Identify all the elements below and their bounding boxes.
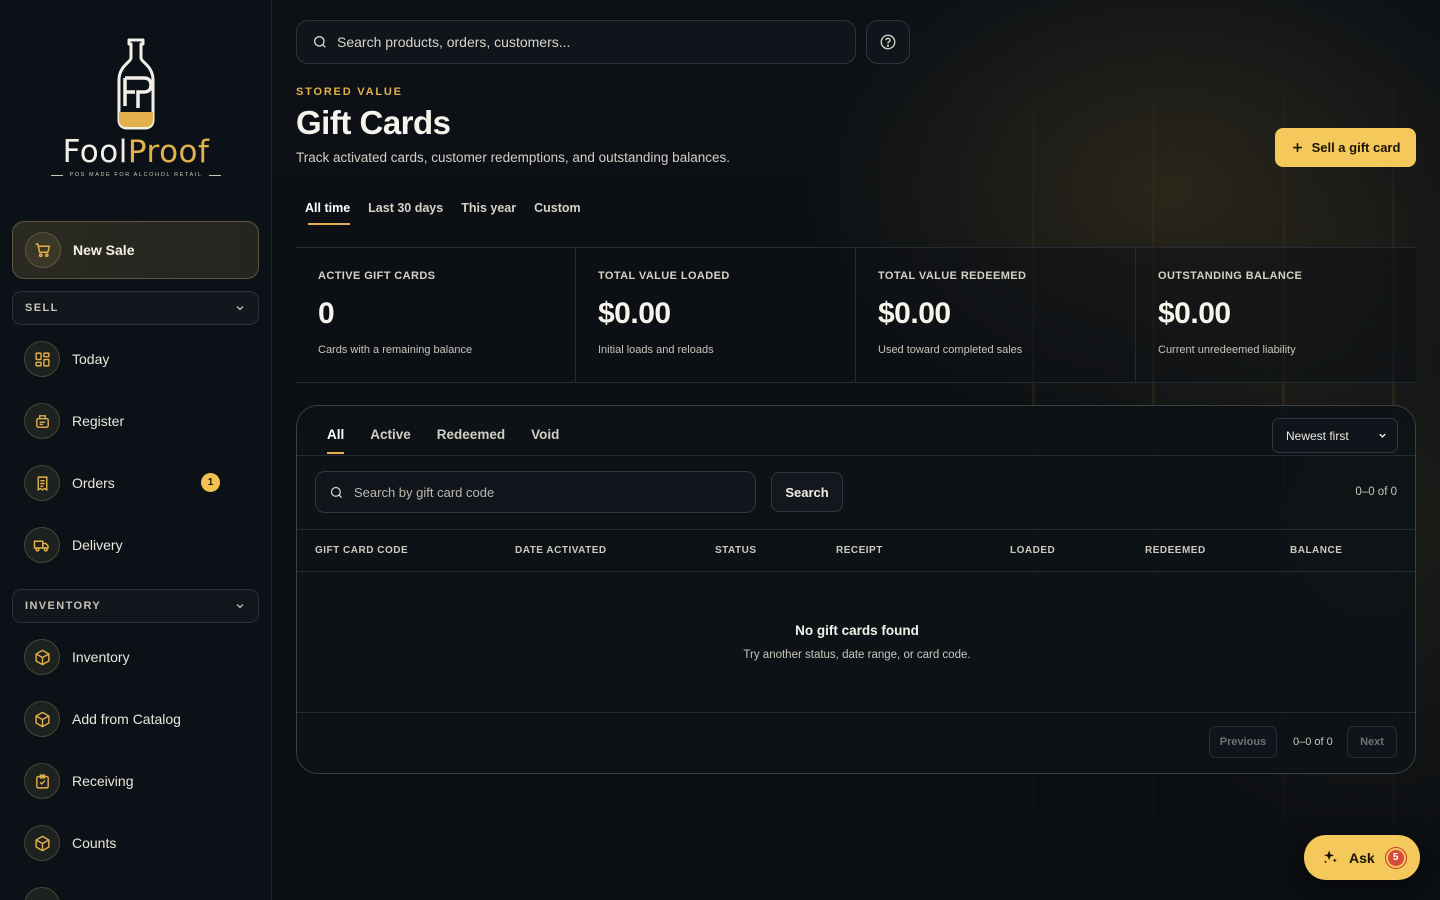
tab-this-year[interactable]: This year	[452, 200, 525, 226]
result-count: 0–0 of 0	[1355, 486, 1397, 498]
empty-state-subtitle: Try another status, date range, or card …	[743, 649, 971, 661]
sidebar-item-delivery[interactable]: Delivery	[24, 526, 254, 564]
sidebar-item-inventory[interactable]: Inventory	[24, 638, 254, 676]
ask-assistant-button[interactable]: Ask 5	[1304, 835, 1420, 880]
bottle-logo-icon	[117, 38, 155, 130]
tab-custom[interactable]: Custom	[525, 200, 590, 226]
page-title: Gift Cards	[296, 104, 451, 141]
help-icon	[880, 34, 896, 50]
divider	[297, 455, 1415, 456]
column-header[interactable]: RECEIPT	[836, 545, 883, 556]
sidebar-section-inventory[interactable]: INVENTORY	[12, 589, 259, 623]
divider	[297, 712, 1415, 713]
column-header[interactable]: LOADED	[1010, 545, 1055, 556]
stat-outstanding-balance: OUTSTANDING BALANCE $0.00 Current unrede…	[1136, 248, 1416, 382]
sparkle-icon	[1323, 850, 1337, 864]
box-icon	[24, 639, 60, 675]
stats-row: ACTIVE GIFT CARDS 0 Cards with a remaini…	[296, 247, 1416, 383]
dashboard-icon	[24, 341, 60, 377]
sidebar-item-more[interactable]	[24, 886, 254, 900]
stat-total-value-redeemed: TOTAL VALUE REDEEMED $0.00 Used toward c…	[856, 248, 1136, 382]
new-sale-label: New Sale	[73, 242, 135, 258]
page-subtitle: Track activated cards, customer redempti…	[296, 150, 730, 165]
chevron-down-icon	[236, 604, 244, 609]
status-tabs: All Active Redeemed Void	[319, 426, 577, 454]
sidebar-item-orders[interactable]: Orders 1	[24, 464, 254, 502]
sidebar-item-today[interactable]: Today	[24, 340, 254, 378]
tab-status-redeemed[interactable]: Redeemed	[429, 426, 513, 454]
column-header[interactable]: BALANCE	[1290, 545, 1342, 556]
tab-status-all[interactable]: All	[319, 426, 352, 454]
stat-total-value-loaded: TOTAL VALUE LOADED $0.00 Initial loads a…	[576, 248, 856, 382]
brand-name: FoolProof	[62, 134, 210, 170]
clipboard-check-icon	[24, 763, 60, 799]
column-header[interactable]: GIFT CARD CODE	[315, 545, 408, 556]
sidebar-item-add-from-catalog[interactable]: Add from Catalog	[24, 700, 254, 738]
box-icon	[24, 701, 60, 737]
cart-icon	[25, 232, 61, 268]
box-icon	[24, 887, 60, 900]
sidebar-item-receiving[interactable]: Receiving	[24, 762, 254, 800]
gift-cards-table-card: All Active Redeemed Void Newest first Se…	[296, 405, 1416, 774]
orders-count-badge: 1	[201, 473, 220, 492]
chevron-down-icon	[1379, 433, 1386, 438]
gift-card-code-search-input[interactable]: Search by gift card code	[315, 471, 756, 513]
brand-logo[interactable]: FoolProof POS MADE FOR ALCOHOL RETAIL	[0, 38, 271, 183]
search-button[interactable]: Search	[771, 472, 843, 512]
help-button[interactable]	[866, 20, 910, 64]
search-icon	[330, 486, 342, 498]
brand-tagline: POS MADE FOR ALCOHOL RETAIL	[0, 172, 271, 178]
register-icon	[24, 403, 60, 439]
tab-status-void[interactable]: Void	[523, 426, 567, 454]
next-page-button[interactable]: Next	[1347, 726, 1397, 758]
search-icon	[314, 36, 326, 48]
tab-status-active[interactable]: Active	[362, 426, 419, 454]
sidebar-item-register[interactable]: Register	[24, 402, 254, 440]
truck-icon	[24, 527, 60, 563]
stat-active-gift-cards: ACTIVE GIFT CARDS 0 Cards with a remaini…	[296, 248, 576, 382]
empty-state-title: No gift cards found	[795, 623, 919, 638]
divider	[297, 529, 1415, 530]
sidebar: FoolProof POS MADE FOR ALCOHOL RETAIL Ne…	[0, 0, 272, 900]
previous-page-button[interactable]: Previous	[1209, 726, 1277, 758]
sort-select[interactable]: Newest first	[1272, 418, 1398, 453]
global-search-placeholder: Search products, orders, customers...	[337, 34, 571, 50]
tab-all-time[interactable]: All time	[296, 200, 359, 226]
plus-icon	[1292, 143, 1302, 152]
ask-notification-badge: 5	[1385, 847, 1406, 868]
page-eyebrow: STORED VALUE	[296, 86, 403, 98]
sidebar-item-counts[interactable]: Counts	[24, 824, 254, 862]
date-range-tabs: All time Last 30 days This year Custom	[296, 200, 590, 226]
sidebar-section-sell[interactable]: SELL	[12, 291, 259, 325]
pager-count: 0–0 of 0	[1293, 736, 1333, 748]
new-sale-button[interactable]: New Sale	[12, 221, 259, 279]
column-header[interactable]: DATE ACTIVATED	[515, 545, 607, 556]
receipt-icon	[24, 465, 60, 501]
global-search-input[interactable]: Search products, orders, customers...	[296, 20, 856, 64]
sell-gift-card-button[interactable]: Sell a gift card	[1275, 128, 1416, 167]
divider	[297, 571, 1415, 572]
tab-last-30-days[interactable]: Last 30 days	[359, 200, 452, 226]
column-header[interactable]: STATUS	[715, 545, 757, 556]
column-header[interactable]: REDEEMED	[1145, 545, 1206, 556]
main-content: Search products, orders, customers... ST…	[272, 0, 1440, 900]
chevron-down-icon	[236, 306, 244, 311]
box-icon	[24, 825, 60, 861]
